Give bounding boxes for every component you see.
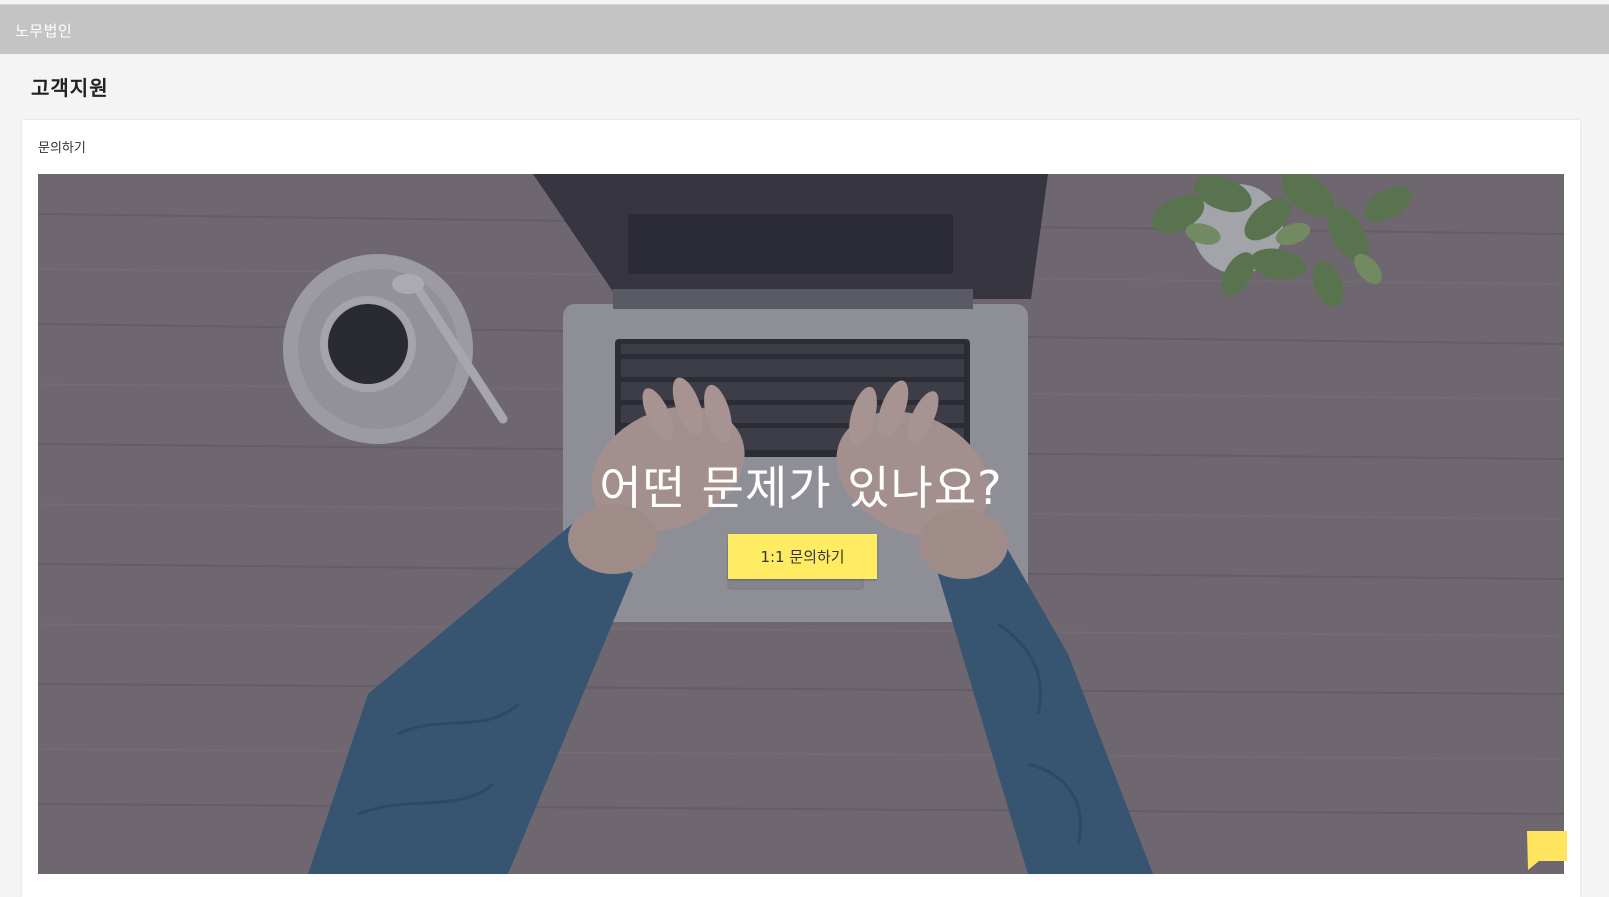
top-navbar: 노무법인	[0, 4, 1609, 54]
card-title: 문의하기	[38, 141, 86, 156]
hero-dark-overlay	[38, 174, 1564, 874]
hero-banner: 어떤 문제가 있나요? 1:1 문의하기	[38, 174, 1564, 874]
hero-heading: 어떤 문제가 있나요?	[599, 461, 1003, 515]
one-on-one-inquiry-button[interactable]: 1:1 문의하기	[728, 534, 877, 579]
brand-name[interactable]: 노무법인	[15, 20, 72, 41]
inquiry-card: 문의하기 어떤 문제가 있나요? 1:1 문의하기	[22, 120, 1580, 897]
chat-bubble-icon[interactable]	[1527, 831, 1569, 871]
page-title: 고객지원	[31, 76, 109, 100]
